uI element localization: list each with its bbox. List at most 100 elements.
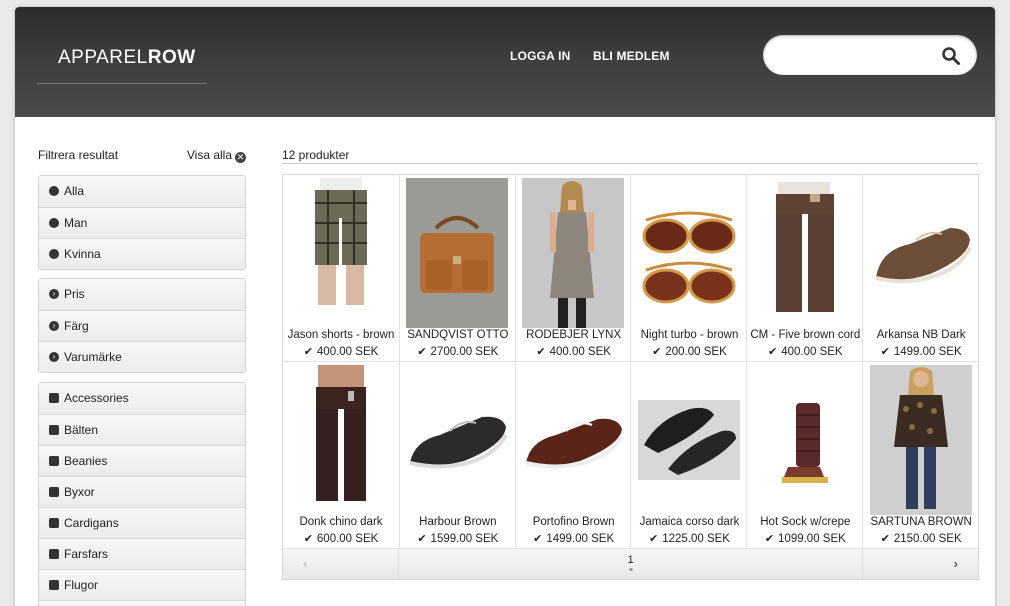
product-price: ✔ 1499.00 SEK [533, 533, 615, 545]
signup-link[interactable]: BLI MEDLEM [593, 49, 670, 63]
chevron-right-icon: › [953, 556, 958, 571]
filter-price[interactable]: › Pris [39, 279, 245, 310]
product-price: ✔ 2700.00 SEK [417, 346, 499, 358]
product-card[interactable]: Night turbo - brown ✔ 200.00 SEK [630, 175, 747, 361]
product-price: ✔ 200.00 SEK [652, 346, 727, 358]
product-card[interactable]: SARTUNA BROWN ✔ 2150.00 SEK [862, 362, 978, 548]
product-card[interactable]: Donk chino dark ✔ 600.00 SEK [283, 362, 399, 548]
page-indicator: 1 [399, 549, 862, 579]
check-icon: ✔ [764, 533, 775, 545]
product-name[interactable]: SARTUNA BROWN [863, 516, 979, 528]
site-logo[interactable]: APPARELROW [58, 47, 196, 69]
product-grid: Jason shorts - brown ✔ 400.00 SEK SANDQVI… [282, 174, 979, 580]
clear-icon[interactable]: ✕ [235, 152, 246, 163]
product-name[interactable]: Portofino Brown [516, 516, 632, 528]
product-price: ✔ 1225.00 SEK [648, 533, 730, 545]
chevron-left-icon: ‹ [303, 556, 308, 571]
product-card[interactable]: Hot Sock w/crepe ✔ 1099.00 SEK [746, 362, 863, 548]
login-link[interactable]: LOGGA IN [510, 49, 571, 63]
product-card[interactable]: Harbour Brown ✔ 1599.00 SEK [398, 362, 516, 548]
chevron-right-icon: › [49, 352, 59, 362]
current-page[interactable]: 1 [627, 554, 633, 566]
product-name[interactable]: Jason shorts - brown [283, 329, 399, 341]
filter-brand[interactable]: › Varumärke [39, 341, 245, 372]
gender-filter-group: Alla Man Kvinna [38, 175, 246, 270]
category-item[interactable]: Byxor [39, 476, 245, 507]
check-icon: ✔ [768, 346, 778, 358]
product-image[interactable] [637, 365, 740, 515]
product-name[interactable]: RODEBJER LYNX [516, 329, 632, 341]
checkbox-icon [49, 393, 59, 403]
prev-page-button[interactable]: ‹ [283, 549, 399, 579]
category-item[interactable] [39, 600, 245, 606]
product-price: ✔ 400.00 SEK [303, 346, 379, 358]
product-image[interactable] [753, 365, 856, 515]
site-header: APPARELROW LOGGA IN BLI MEDLEM [15, 7, 995, 117]
show-all-link[interactable]: Visa alla ✕ [187, 148, 246, 163]
product-card[interactable]: Jason shorts - brown ✔ 400.00 SEK [283, 175, 399, 361]
check-icon: ✔ [417, 346, 427, 358]
page: APPARELROW LOGGA IN BLI MEDLEM Filtrera … [15, 7, 995, 606]
product-name[interactable]: Hot Sock w/crepe [747, 516, 863, 528]
product-card[interactable]: SANDQVIST OTTO ✔ 2700.00 SEK [398, 175, 516, 361]
product-image[interactable] [289, 365, 392, 515]
category-item[interactable]: Cardigans [39, 507, 245, 538]
checkbox-icon [49, 549, 59, 559]
search-icon[interactable] [941, 46, 961, 66]
check-icon: ✔ [417, 533, 427, 545]
product-card[interactable]: Portofino Brown ✔ 1499.00 SEK [514, 362, 632, 548]
logo-underline [37, 83, 206, 84]
next-page-button[interactable]: › [862, 549, 978, 579]
filter-gender-alla[interactable]: Alla [39, 176, 245, 207]
product-image[interactable] [753, 178, 856, 328]
category-item[interactable]: Accessories [39, 383, 245, 414]
divider [282, 163, 978, 164]
checkbox-icon [49, 425, 59, 435]
product-image[interactable] [522, 365, 625, 515]
category-item[interactable]: Flugor [39, 569, 245, 600]
product-card[interactable]: Arkansa NB Dark ✔ 1499.00 SEK [862, 175, 978, 361]
product-image[interactable] [637, 178, 740, 328]
product-card[interactable]: Jamaica corso dark ✔ 1225.00 SEK [630, 362, 747, 548]
radio-dot-icon [49, 218, 59, 228]
product-image[interactable] [406, 365, 509, 515]
product-image[interactable] [522, 178, 625, 328]
product-price: ✔ 1099.00 SEK [764, 533, 846, 545]
product-name[interactable]: Donk chino dark [283, 516, 399, 528]
filter-gender-kvinna[interactable]: Kvinna [39, 238, 245, 269]
category-item[interactable]: Bälten [39, 414, 245, 445]
product-name[interactable]: CM - Five brown cord [747, 329, 863, 341]
product-card[interactable]: CM - Five brown cord ✔ 400.00 SEK [746, 175, 863, 361]
product-name[interactable]: Night turbo - brown [631, 329, 747, 341]
product-image[interactable] [869, 178, 972, 328]
radio-dot-icon [49, 186, 59, 196]
check-icon: ✔ [880, 533, 890, 545]
product-image[interactable] [869, 365, 972, 515]
search-box [763, 35, 977, 75]
product-image[interactable] [406, 178, 509, 328]
product-card[interactable]: RODEBJER LYNX ✔ 400.00 SEK [514, 175, 632, 361]
product-name[interactable]: Jamaica corso dark [631, 516, 747, 528]
product-image[interactable] [289, 178, 392, 328]
page-dot [629, 568, 632, 571]
check-icon: ✔ [303, 346, 313, 358]
check-icon: ✔ [652, 346, 662, 358]
check-icon: ✔ [303, 533, 313, 545]
filter-gender-man[interactable]: Man [39, 207, 245, 238]
pagination: ‹ 1 › [283, 549, 978, 579]
chevron-right-icon: › [49, 321, 59, 331]
filter-color[interactable]: › Färg [39, 310, 245, 341]
product-row: Donk chino dark ✔ 600.00 SEK Harbour Brow… [283, 362, 978, 549]
checkbox-icon [49, 580, 59, 590]
radio-dot-icon [49, 249, 59, 259]
product-name[interactable]: Harbour Brown [400, 516, 516, 528]
product-price: ✔ 2150.00 SEK [880, 533, 962, 545]
product-name[interactable]: Arkansa NB Dark [863, 329, 979, 341]
check-icon: ✔ [533, 533, 543, 545]
category-item[interactable]: Farsfars [39, 538, 245, 569]
product-name[interactable]: SANDQVIST OTTO [400, 329, 516, 341]
filter-header: Filtrera resultat Visa alla ✕ [38, 148, 246, 163]
category-item[interactable]: Beanies [39, 445, 245, 476]
check-icon: ✔ [648, 533, 659, 545]
search-input[interactable] [779, 45, 929, 65]
